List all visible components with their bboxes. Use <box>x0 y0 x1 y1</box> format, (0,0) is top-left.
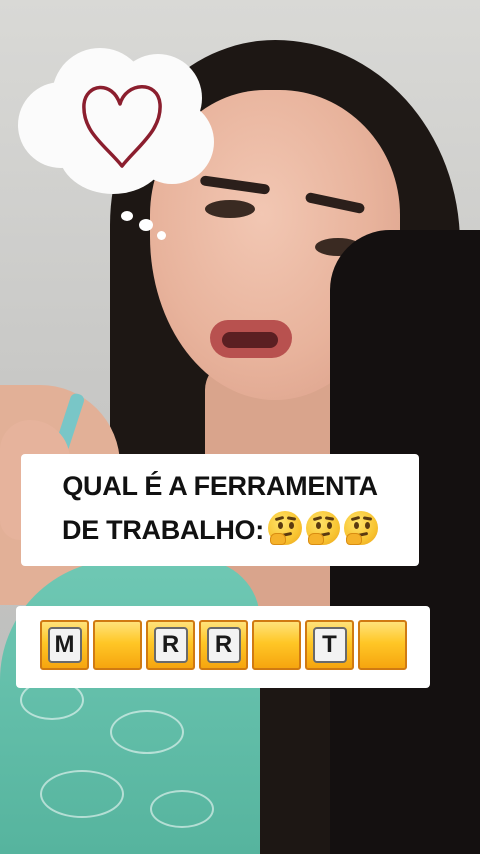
thought-bubble-sticker <box>18 44 214 194</box>
shirt-pattern <box>40 770 124 818</box>
question-line-2-text: DE TRABALHO: <box>62 515 264 545</box>
tile-letter: M <box>47 627 82 663</box>
shirt-pattern <box>150 790 214 828</box>
mouth-inner <box>222 332 278 348</box>
thought-dot <box>121 211 133 221</box>
heart-icon <box>82 85 162 168</box>
question-line-2: DE TRABALHO: <box>29 508 411 552</box>
emoji-row <box>264 511 378 545</box>
thinking-face-icon <box>267 511 302 545</box>
tile-letter: R <box>206 627 241 663</box>
shirt-pattern <box>110 710 184 754</box>
blank-tile <box>358 620 407 670</box>
thought-dot <box>139 219 153 231</box>
question-line-1: QUAL É A FERRAMENTA <box>62 471 378 501</box>
answer-caption: M RR T <box>16 606 430 688</box>
tile-letter: T <box>312 627 347 663</box>
left-eye <box>205 200 255 218</box>
blank-tile <box>93 620 142 670</box>
question-caption: QUAL É A FERRAMENTA DE TRABALHO: <box>21 454 419 566</box>
thought-dot <box>157 231 166 240</box>
answer-tiles: M RR T <box>40 620 407 670</box>
thinking-face-icon <box>343 511 378 545</box>
shirt <box>0 560 260 854</box>
thinking-face-icon <box>305 511 340 545</box>
letter-tile: R <box>146 620 195 670</box>
letter-tile: T <box>305 620 354 670</box>
tile-letter: R <box>153 627 188 663</box>
blank-tile <box>252 620 301 670</box>
letter-tile: M <box>40 620 89 670</box>
letter-tile: R <box>199 620 248 670</box>
